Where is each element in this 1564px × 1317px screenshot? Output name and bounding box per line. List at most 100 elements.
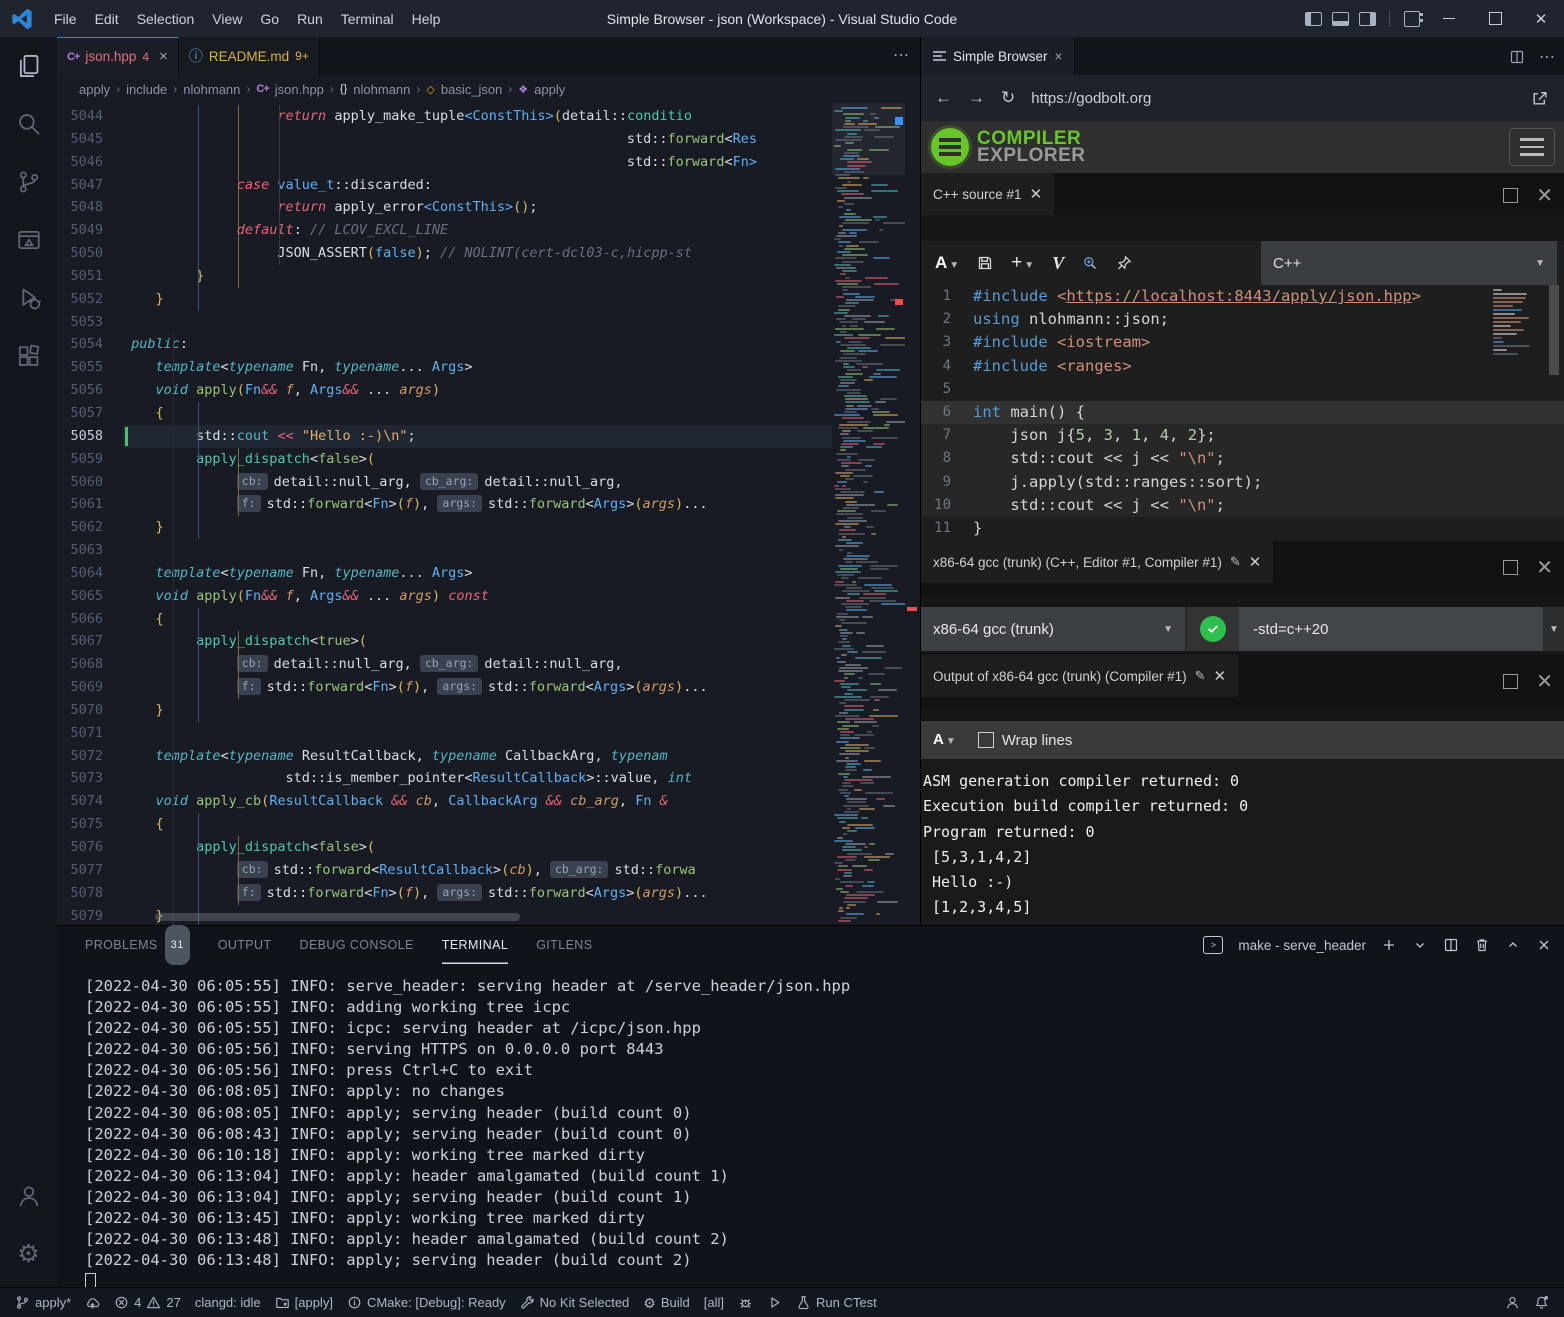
ce-code-line[interactable]: 6int main() { [921, 401, 1564, 424]
ce-code-line[interactable]: 7 json j{5, 3, 1, 4, 2}; [921, 424, 1564, 447]
code-line[interactable]: 5057{ [57, 402, 920, 425]
code-line[interactable]: 5045std::forward<Res [57, 128, 920, 151]
status-play-icon[interactable] [760, 1295, 789, 1310]
maximize-panel-icon[interactable] [1505, 937, 1521, 953]
panel-tab-problems[interactable]: PROBLEMS31 [85, 926, 190, 964]
code-line[interactable]: 5077cb:std::forward<ResultCallback>(cb),… [57, 859, 920, 882]
wrap-lines-checkbox[interactable] [978, 732, 994, 748]
status-build[interactable]: ⚙Build [636, 1295, 696, 1310]
customize-layout-icon[interactable] [1404, 11, 1420, 27]
ce-source-editor[interactable]: 1#include <https://localhost:8443/apply/… [921, 285, 1564, 541]
minimap[interactable] [832, 103, 905, 925]
status-no-kit-selected[interactable]: No Kit Selected [513, 1295, 637, 1310]
panel-tab-terminal[interactable]: TERMINAL [442, 926, 508, 964]
pin-icon[interactable] [1116, 255, 1132, 271]
code-line[interactable]: 5070} [57, 699, 920, 722]
close-icon[interactable]: × [159, 48, 168, 65]
font-size-button[interactable]: A▼ [935, 253, 959, 273]
menu-file[interactable]: File [45, 7, 86, 31]
ce-code-line[interactable]: 1#include <https://localhost:8443/apply/… [921, 285, 1564, 308]
close-icon[interactable]: × [1055, 49, 1063, 64]
status-bug-icon[interactable] [731, 1295, 760, 1310]
ce-code-line[interactable]: 8 std::cout << j << "\n"; [921, 447, 1564, 470]
maximize-pane-icon[interactable] [1503, 560, 1518, 575]
more-actions-icon[interactable]: ⋯ [893, 45, 910, 65]
status-apply[interactable]: [apply] [268, 1295, 340, 1310]
close-icon[interactable]: ✕ [1249, 553, 1262, 571]
language-select[interactable]: C++▼ [1261, 241, 1557, 285]
menu-view[interactable]: View [203, 7, 251, 31]
breadcrumb[interactable]: apply›include›nlohmann›C+json.hpp›{}nloh… [57, 75, 920, 103]
open-external-icon[interactable] [1527, 86, 1551, 110]
minimize-button[interactable] [1426, 0, 1472, 37]
breadcrumb-item[interactable]: apply [534, 82, 565, 97]
toggle-panel-icon[interactable] [1332, 12, 1349, 26]
activity-extensions-icon[interactable] [0, 327, 57, 385]
menu-help[interactable]: Help [403, 7, 450, 31]
status-4[interactable]: 427 [107, 1295, 188, 1310]
activity-cmake-icon[interactable] [0, 211, 57, 269]
forward-icon[interactable]: → [968, 88, 985, 108]
tab-README.md[interactable]: ⓘREADME.md9+ [179, 37, 320, 75]
vim-mode-icon[interactable]: V [1052, 253, 1064, 274]
breadcrumb-item[interactable]: apply [79, 82, 110, 97]
code-line[interactable]: 5062} [57, 516, 920, 539]
code-line[interactable]: 5068cb:detail::null_arg, cb_arg:detail::… [57, 653, 920, 676]
back-icon[interactable]: ← [935, 88, 952, 108]
new-terminal-icon[interactable] [1381, 937, 1397, 953]
close-icon[interactable]: ✕ [1214, 667, 1227, 685]
maximize-pane-icon[interactable] [1503, 188, 1518, 203]
tab-cpp-source[interactable]: C++ source #1✕ [921, 173, 1054, 215]
code-line[interactable]: 5049default: // LCOV_EXCL_LINE [57, 219, 920, 242]
reload-icon[interactable]: ↻ [1001, 88, 1015, 108]
menu-selection[interactable]: Selection [128, 7, 204, 31]
tab-compiler[interactable]: x86-64 gcc (trunk) (C++, Editor #1, Comp… [921, 541, 1273, 583]
maximize-pane-icon[interactable] [1503, 674, 1518, 689]
more-actions-icon[interactable]: ⋯ [1539, 47, 1555, 67]
code-line[interactable]: 5046std::forward<Fn> [57, 151, 920, 174]
compiler-select[interactable]: x86-64 gcc (trunk)▼ [921, 607, 1187, 651]
code-line[interactable]: 5050JSON_ASSERT(false); // NOLINT(cert-d… [57, 242, 920, 265]
breadcrumb-item[interactable]: include [126, 82, 167, 97]
ce-code-line[interactable]: 4#include <ranges> [921, 355, 1564, 378]
tab-simple-browser[interactable]: Simple Browser × [921, 37, 1075, 75]
status-apply[interactable]: apply* [8, 1295, 78, 1310]
status-run-ctest[interactable]: Run CTest [789, 1295, 884, 1310]
kill-terminal-icon[interactable] [1474, 937, 1490, 953]
code-line[interactable]: 5055template<typename Fn, typename... Ar… [57, 356, 920, 379]
breadcrumb-item[interactable]: basic_json [441, 82, 502, 97]
code-line[interactable]: 5065void apply(Fn&& f, Args&& ... args) … [57, 585, 920, 608]
status-cloud-upload-icon[interactable] [78, 1295, 107, 1310]
code-line[interactable]: 5044return apply_make_tuple<ConstThis>(d… [57, 105, 920, 128]
code-editor[interactable]: 5044return apply_make_tuple<ConstThis>(d… [57, 103, 920, 925]
menu-go[interactable]: Go [251, 7, 288, 31]
horizontal-scrollbar[interactable] [155, 913, 520, 921]
breadcrumb-item[interactable]: nlohmann [183, 82, 240, 97]
code-line[interactable]: 5059apply_dispatch<false>( [57, 448, 920, 471]
terminal-title[interactable]: make - serve_header [1238, 938, 1366, 953]
breadcrumb-item[interactable]: json.hpp [275, 82, 324, 97]
close-pane-icon[interactable]: ✕ [1536, 183, 1553, 208]
close-window-button[interactable]: ✕ [1518, 0, 1564, 37]
status-bell-dot-icon[interactable] [1527, 1295, 1556, 1310]
code-line[interactable]: 5078f:std::forward<Fn>(f), args:std::for… [57, 882, 920, 905]
status-cmake-debug-ready[interactable]: CMake: [Debug]: Ready [340, 1295, 513, 1310]
code-line[interactable]: 5073std::is_member_pointer<ResultCallbac… [57, 767, 920, 790]
code-line[interactable]: 5074void apply_cb(ResultCallback && cb, … [57, 790, 920, 813]
code-line[interactable]: 5052} [57, 288, 920, 311]
terminal-output[interactable]: [2022-04-30 06:05:55] INFO: serve_header… [57, 964, 1564, 1288]
panel-tab-debug-console[interactable]: DEBUG CONSOLE [300, 926, 414, 964]
ce-code-line[interactable]: 9 j.apply(std::ranges::sort); [921, 471, 1564, 494]
activity-files-icon[interactable] [0, 37, 57, 95]
code-line[interactable]: 5064template<typename Fn, typename... Ar… [57, 562, 920, 585]
rename-icon[interactable]: ✎ [1195, 668, 1206, 684]
code-line[interactable]: 5071 [57, 722, 920, 745]
split-terminal-icon[interactable] [1443, 937, 1459, 953]
breadcrumb-item[interactable]: nlohmann [353, 82, 410, 97]
code-line[interactable]: 5060cb:detail::null_arg, cb_arg:detail::… [57, 471, 920, 494]
code-line[interactable]: 5048return apply_error<ConstThis>(); [57, 196, 920, 219]
toggle-sidebar-icon[interactable] [1305, 12, 1322, 26]
code-line[interactable]: 5051} [57, 265, 920, 288]
code-line[interactable]: 5075{ [57, 813, 920, 836]
code-line[interactable]: 5066{ [57, 608, 920, 631]
